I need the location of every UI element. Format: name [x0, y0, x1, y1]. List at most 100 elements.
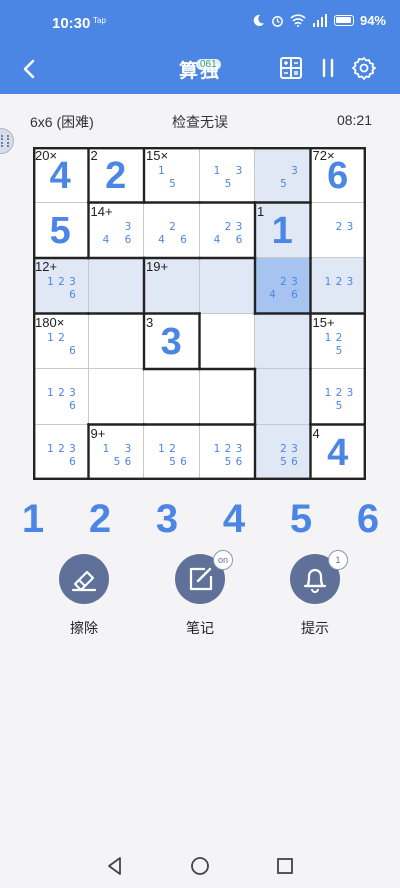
board-cell-r5c6[interactable]: 1235 — [310, 369, 366, 425]
number-button-2[interactable]: 2 — [75, 494, 125, 544]
number-button-4[interactable]: 4 — [209, 494, 259, 544]
pencil-mark: 6 — [124, 233, 132, 246]
board-cell-r6c3[interactable]: 1256 — [144, 424, 200, 480]
cell-notes: 35 — [255, 147, 310, 202]
pencil-mark: 1 — [213, 442, 221, 455]
pencil-mark: 5 — [224, 178, 232, 190]
hint-circle[interactable]: 1 — [290, 550, 348, 604]
board-cell-r2c6[interactable]: 23 — [310, 202, 366, 258]
status-tap-label: Tap — [93, 16, 106, 25]
board-cell-r1c5[interactable]: 35 — [255, 147, 311, 203]
pencil-mark: 1 — [47, 442, 54, 455]
notes-on-badge: on — [213, 550, 233, 570]
cage-label: 72× — [312, 148, 335, 163]
pencil-mark: 3 — [69, 442, 76, 455]
cage-label: 19+ — [146, 259, 169, 274]
pencil-mark: 6 — [69, 289, 76, 301]
pencil-mark: 3 — [69, 387, 76, 399]
board-cell-r2c1[interactable]: 5 — [33, 202, 89, 258]
pencil-mark: 1 — [47, 387, 54, 399]
pencil-mark: 1 — [324, 387, 332, 399]
pause-icon[interactable] — [316, 56, 340, 80]
board-cell-r5c4[interactable] — [199, 369, 255, 425]
board-cell-r4c2[interactable] — [88, 313, 144, 369]
board-cell-r4c5[interactable] — [255, 313, 311, 369]
info-row: 6x6 (困难) 检查无误 08:21 — [0, 108, 400, 134]
cell-notes: 123 — [311, 258, 366, 313]
board-cell-r3c4[interactable] — [199, 258, 255, 314]
pencil-mark: 3 — [291, 165, 298, 177]
pencil-mark: 1 — [47, 276, 54, 288]
cell-notes: 24 6 — [144, 203, 199, 258]
notes-button[interactable]: on 笔记 — [165, 550, 235, 638]
pencil-mark: 3 — [235, 220, 243, 233]
status-icons: 94% — [252, 13, 386, 28]
hint-label: 提示 — [301, 620, 329, 636]
settings-gear-icon[interactable] — [352, 56, 376, 80]
nav-recents-icon[interactable] — [273, 854, 297, 878]
pencil-mark: 5 — [280, 178, 287, 190]
board-cell-r3c6[interactable]: 123 — [310, 258, 366, 314]
cell-notes: 12356 — [200, 425, 255, 480]
board-cell-r3c2[interactable] — [88, 258, 144, 314]
pencil-mark: 3 — [346, 387, 354, 399]
pencil-mark: 6 — [291, 289, 298, 301]
pencil-mark: 2 — [335, 387, 343, 399]
pencil-mark: 5 — [335, 344, 343, 357]
battery-icon — [333, 15, 354, 26]
pencil-mark: 4 — [269, 289, 276, 301]
number-pad: 123456 — [0, 494, 400, 544]
pencil-mark: 2 — [224, 442, 232, 455]
pencil-mark: 4 — [102, 233, 110, 246]
pencil-mark: 3 — [124, 220, 132, 233]
board-cell-r6c1[interactable]: 1236 — [33, 424, 89, 480]
pencil-mark: 6 — [235, 455, 243, 468]
pencil-mark: 6 — [235, 233, 243, 246]
board-cell-r5c2[interactable] — [88, 369, 144, 425]
hint-button[interactable]: 1 提示 — [280, 550, 350, 638]
pencil-mark: 6 — [291, 455, 298, 468]
cage-label: 15× — [146, 148, 169, 163]
pencil-mark: 2 — [280, 442, 287, 455]
erase-label: 擦除 — [70, 620, 98, 636]
erase-button[interactable]: 擦除 — [49, 554, 119, 638]
pencil-mark: 6 — [69, 400, 76, 412]
cage-label: 1 — [257, 203, 265, 219]
number-button-6[interactable]: 6 — [343, 494, 393, 544]
signal-icon — [312, 14, 327, 27]
nav-home-icon[interactable] — [188, 854, 212, 878]
cage-label: 20× — [35, 148, 58, 163]
notes-circle[interactable]: on — [175, 550, 233, 604]
pencil-mark: 2 — [169, 442, 176, 455]
puzzle-board: 4215135356534624623461231236234612312631… — [33, 147, 366, 480]
board-cell-r2c4[interactable]: 23 4 6 — [199, 202, 255, 258]
number-button-3[interactable]: 3 — [142, 494, 192, 544]
app-bar: 算独 061 — [0, 44, 400, 94]
board-cell-r5c3[interactable] — [144, 369, 200, 425]
cage-label: 180× — [35, 314, 65, 330]
pencil-mark: 5 — [113, 455, 121, 468]
pencil-mark: 3 — [346, 276, 354, 288]
board-cell-r2c3[interactable]: 24 6 — [144, 202, 200, 258]
board-cell-r5c1[interactable]: 1236 — [33, 369, 89, 425]
board-cell-r5c5[interactable] — [255, 369, 311, 425]
board-cell-r1c4[interactable]: 1 35 — [199, 147, 255, 203]
pencil-mark: 2 — [58, 331, 65, 344]
board-cell-r6c5[interactable]: 2356 — [255, 424, 311, 480]
board-cell-r3c5[interactable]: 23 4 6 — [255, 258, 311, 314]
status-time: 10:30 — [52, 15, 91, 32]
cell-notes: 1256 — [144, 425, 199, 480]
calculator-icon[interactable] — [279, 56, 303, 80]
board-cell-r6c4[interactable]: 12356 — [199, 424, 255, 480]
pencil-mark: 1 — [324, 276, 332, 288]
pencil-mark: 2 — [224, 220, 232, 233]
cage-label: 2 — [90, 148, 98, 163]
board-cell-r4c4[interactable] — [199, 313, 255, 369]
nav-back-icon[interactable] — [103, 854, 127, 878]
pencil-mark: 2 — [58, 442, 65, 455]
number-button-1[interactable]: 1 — [8, 494, 58, 544]
cell-notes: 23 — [311, 203, 366, 258]
number-button-5[interactable]: 5 — [276, 494, 326, 544]
pencil-mark: 1 — [47, 331, 54, 344]
erase-circle[interactable] — [59, 554, 109, 604]
